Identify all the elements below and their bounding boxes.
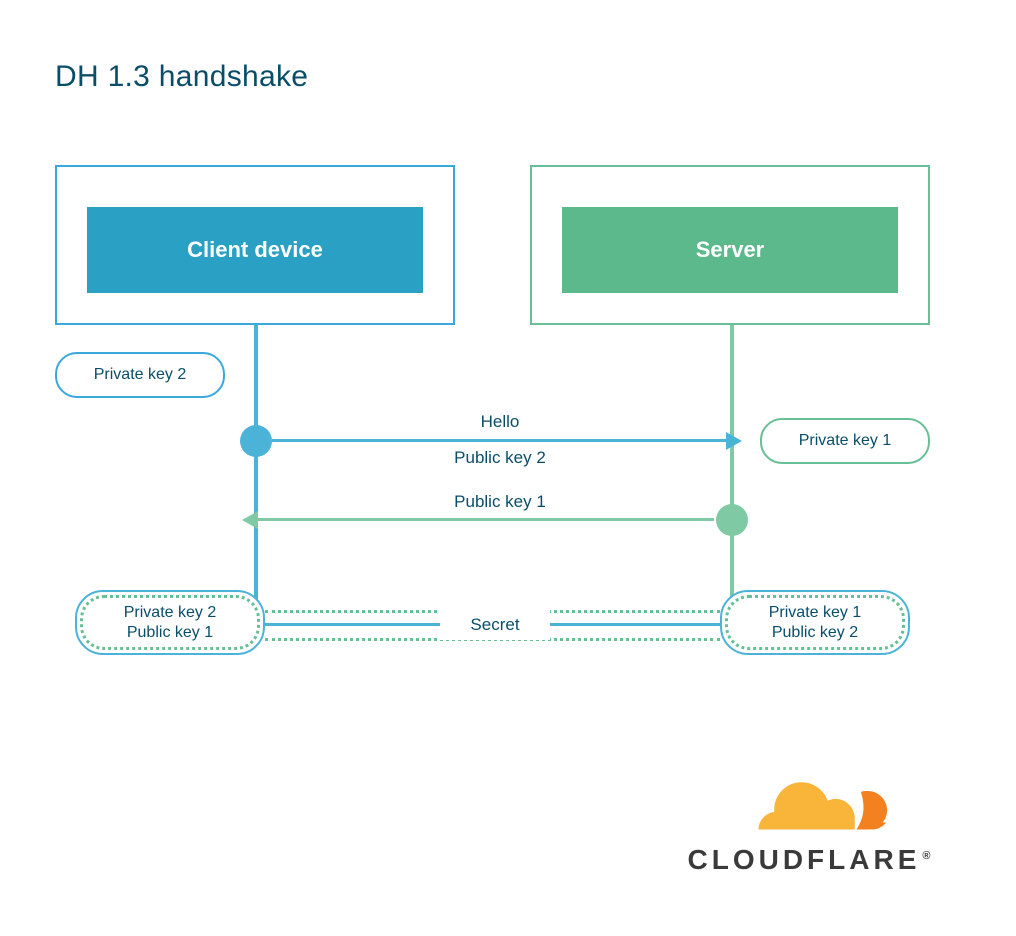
- server-container: Server: [530, 165, 930, 325]
- client-label: Client device: [187, 237, 323, 263]
- server-combo-line2: Public key 2: [772, 623, 858, 643]
- server-label: Server: [696, 237, 765, 263]
- brand-text: CLOUDFLARE: [688, 844, 921, 875]
- server-key-combo: Private key 1 Public key 2: [720, 590, 910, 655]
- server-combo-line1: Private key 1: [769, 603, 861, 623]
- server-private-key-pill: Private key 1: [760, 418, 930, 464]
- hello-label: Hello: [400, 412, 600, 432]
- hello-arrow-line: [272, 439, 728, 442]
- server-send-node: [716, 504, 748, 536]
- client-combo-line2: Public key 1: [127, 623, 213, 643]
- client-private-key-pill: Private key 2: [55, 352, 225, 398]
- client-send-node: [240, 425, 272, 457]
- client-key-combo: Private key 2 Public key 1: [75, 590, 265, 655]
- secret-label: Secret: [440, 610, 550, 640]
- diagram-title: DH 1.3 handshake: [55, 60, 308, 94]
- client-box: Client device: [87, 207, 423, 293]
- public1-arrow-head: [242, 511, 258, 529]
- brand-logo: CLOUDFLARE®: [661, 770, 961, 876]
- server-lifeline: [730, 325, 734, 610]
- public-key-2-label: Public key 2: [400, 448, 600, 468]
- registered-mark: ®: [922, 850, 934, 862]
- server-combo-text: Private key 1 Public key 2: [720, 590, 910, 655]
- client-combo-text: Private key 2 Public key 1: [75, 590, 265, 655]
- client-combo-line1: Private key 2: [124, 603, 216, 623]
- server-box: Server: [562, 207, 898, 293]
- client-container: Client device: [55, 165, 455, 325]
- public1-arrow-line: [258, 518, 714, 521]
- public-key-1-label: Public key 1: [400, 492, 600, 512]
- brand-name: CLOUDFLARE®: [688, 844, 935, 876]
- client-lifeline: [254, 325, 258, 610]
- hello-arrow-head: [726, 432, 742, 450]
- server-private-key-label: Private key 1: [799, 431, 891, 451]
- client-private-key-label: Private key 2: [94, 365, 186, 385]
- cloud-icon: [721, 770, 901, 840]
